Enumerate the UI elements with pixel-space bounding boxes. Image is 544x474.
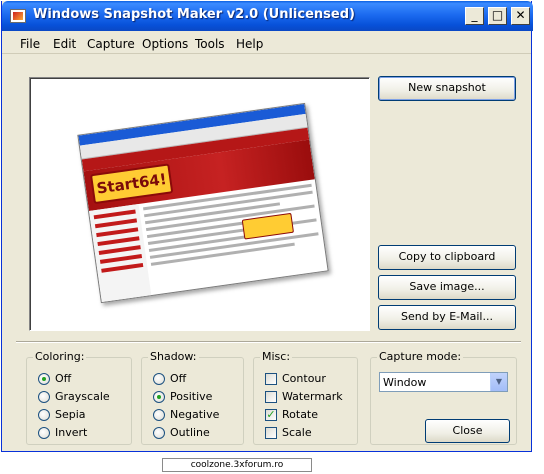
option-label: Off (55, 372, 72, 385)
checkbox-indicator[interactable] (265, 373, 277, 385)
send-email-button[interactable]: Send by E-Mail... (378, 305, 516, 330)
save-image-button[interactable]: Save image... (378, 275, 516, 300)
checkbox-indicator[interactable] (265, 427, 277, 439)
shadow-label: Shadow: (148, 350, 199, 363)
coloring-label: Coloring: (33, 350, 87, 363)
menu-bar: File Edit Capture Options Tools Help (2, 31, 531, 54)
radio-indicator[interactable] (38, 409, 50, 421)
close-window-button[interactable]: ✕ (511, 7, 530, 25)
option-label: Scale (282, 426, 312, 439)
radio-indicator[interactable] (38, 427, 50, 439)
option-label: Positive (170, 390, 213, 403)
capture-mode-label: Capture mode: (377, 350, 464, 363)
capture-mode-select[interactable]: Window ▼ (379, 372, 508, 392)
captured-screenshot-thumbnail: Start64! (77, 102, 329, 304)
option-label: Outline (170, 426, 210, 439)
new-snapshot-button[interactable]: New snapshot (378, 76, 516, 101)
radio-indicator[interactable] (153, 427, 165, 439)
close-button[interactable]: Close (425, 419, 510, 443)
maximize-button[interactable]: □ (488, 7, 507, 25)
window-title: Windows Snapshot Maker v2.0 (Unlicensed) (33, 7, 355, 22)
checkbox-indicator[interactable]: ✓ (265, 409, 277, 421)
misc-label: Misc: (260, 350, 293, 363)
watermark-footer: coolzone.3xforum.ro (162, 458, 312, 472)
option-label: Contour (282, 372, 326, 385)
radio-indicator[interactable] (38, 373, 50, 385)
option-label: Invert (55, 426, 88, 439)
radio-indicator[interactable] (153, 409, 165, 421)
menu-help[interactable]: Help (236, 37, 263, 51)
app-window: Windows Snapshot Maker v2.0 (Unlicensed)… (1, 1, 533, 452)
minimize-button[interactable]: _ (465, 7, 484, 25)
shadow-group: Shadow: Off Positive Negative Outline (141, 350, 244, 445)
separator (16, 341, 521, 343)
app-icon (10, 9, 26, 23)
copy-to-clipboard-button[interactable]: Copy to clipboard (378, 245, 516, 270)
option-label: Sepia (55, 408, 86, 421)
menu-file[interactable]: File (20, 37, 40, 51)
radio-indicator[interactable] (153, 391, 165, 403)
menu-tools[interactable]: Tools (195, 37, 225, 51)
radio-indicator[interactable] (153, 373, 165, 385)
option-label: Rotate (282, 408, 319, 421)
chevron-down-icon[interactable]: ▼ (490, 373, 507, 391)
title-bar[interactable]: Windows Snapshot Maker v2.0 (Unlicensed)… (2, 1, 533, 31)
menu-edit[interactable]: Edit (53, 37, 76, 51)
option-label: Off (170, 372, 187, 385)
option-label: Grayscale (55, 390, 110, 403)
snapshot-preview: Start64! (29, 77, 370, 331)
menu-capture[interactable]: Capture (87, 37, 135, 51)
option-label: Watermark (282, 390, 343, 403)
checkbox-indicator[interactable] (265, 391, 277, 403)
coloring-group: Coloring: Off Grayscale Sepia Invert (26, 350, 132, 445)
menu-options[interactable]: Options (142, 37, 188, 51)
radio-indicator[interactable] (38, 391, 50, 403)
misc-group: Misc: Contour Watermark ✓ Rotate Scale (253, 350, 358, 445)
capture-mode-value: Window (383, 376, 427, 389)
option-label: Negative (170, 408, 220, 421)
